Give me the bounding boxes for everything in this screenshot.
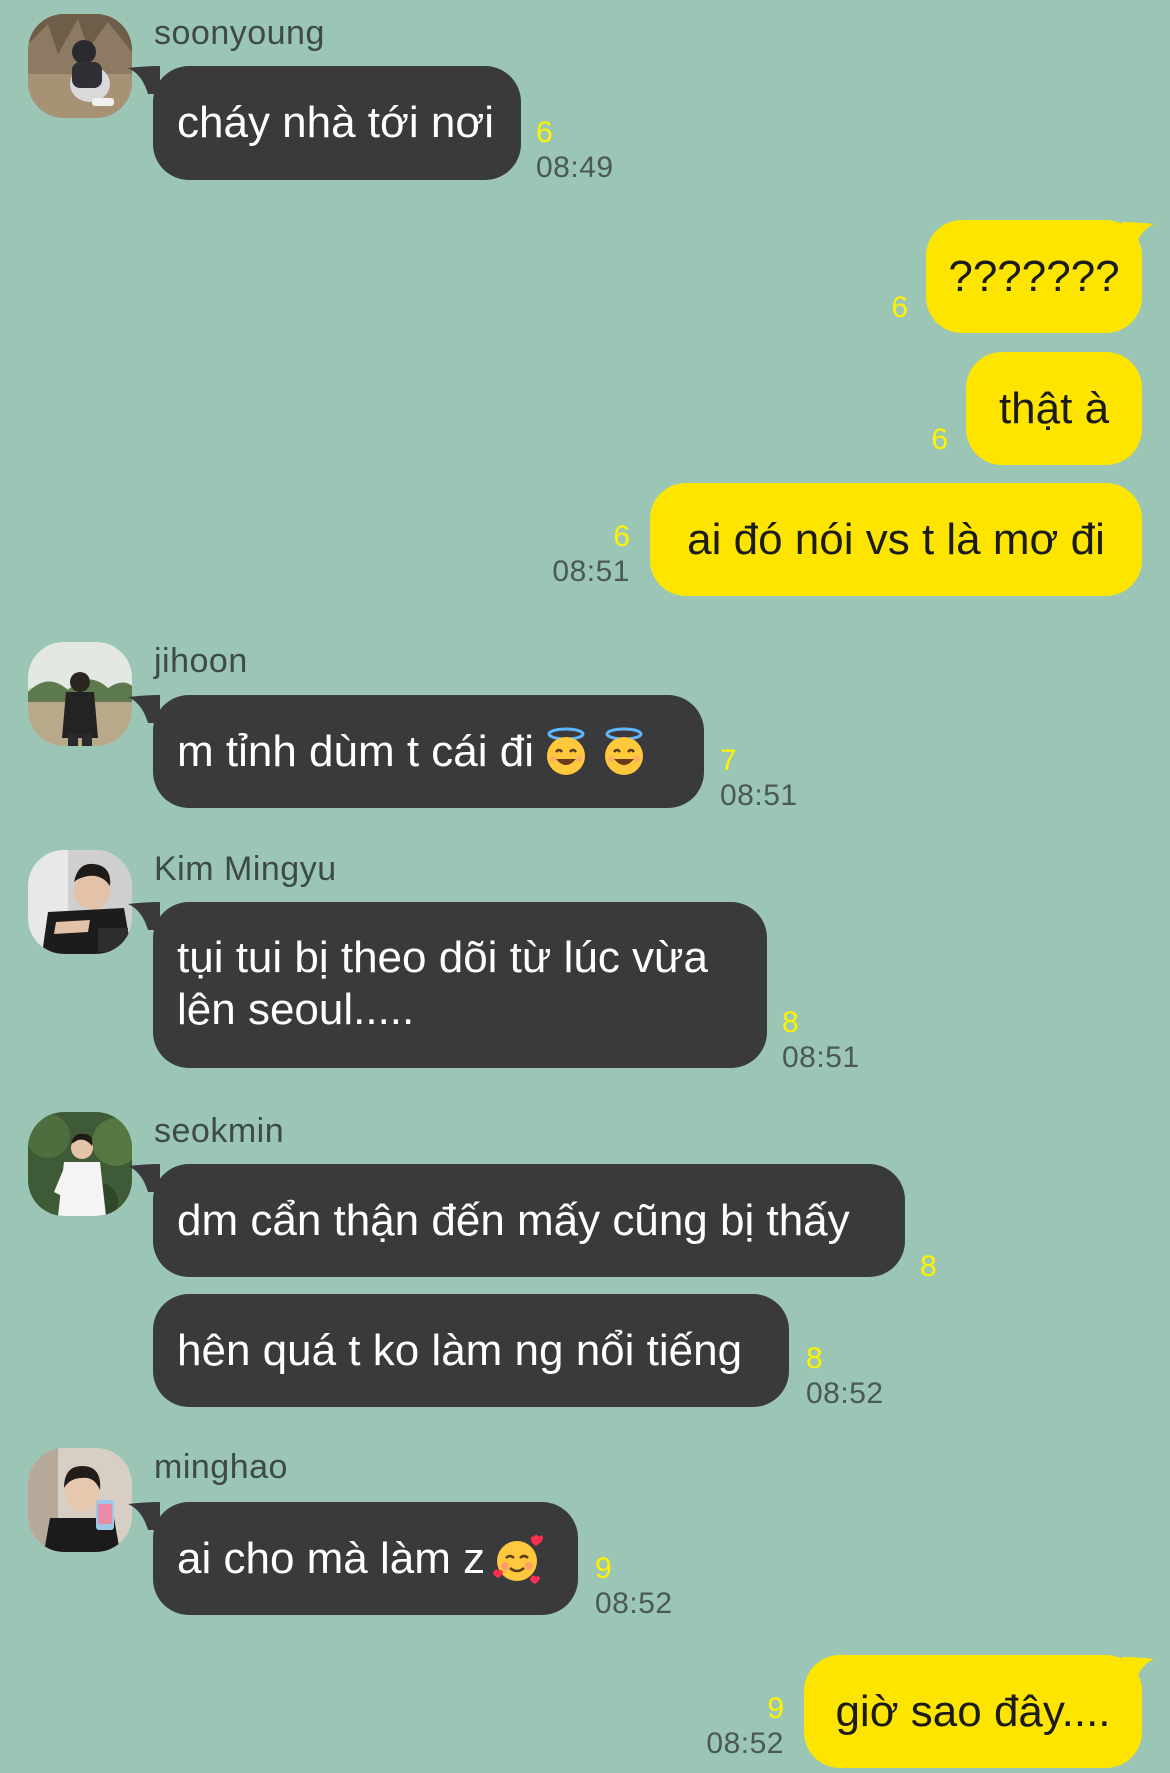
message-bubble[interactable]: thật à <box>966 352 1142 465</box>
bubble-tail <box>1122 1657 1154 1685</box>
timestamp: 08:49 <box>536 151 614 184</box>
unread-count: 8 <box>806 1342 823 1375</box>
message-meta: 6 <box>860 291 908 325</box>
message-meta: 9 08:52 <box>682 1692 784 1762</box>
message-bubble[interactable]: ai đó nói vs t là mơ đi <box>650 483 1142 596</box>
message-bubble[interactable]: giờ sao đây.... <box>804 1655 1142 1768</box>
timestamp: 08:51 <box>552 555 630 588</box>
smiling-face-with-hearts-icon <box>491 1533 544 1585</box>
message-meta: 8 08:51 <box>782 1006 860 1076</box>
avatar-kim-mingyu[interactable] <box>28 850 132 954</box>
timestamp: 08:51 <box>720 779 798 812</box>
message-text: dm cẩn thận đến mấy cũng bị thấy <box>177 1195 850 1245</box>
message-text: giờ sao đây.... <box>835 1686 1111 1736</box>
message-bubble[interactable]: tụi tui bị theo dõi từ lúc vừa lên seoul… <box>153 902 767 1068</box>
message-text: m tỉnh dùm t cái đi <box>177 726 535 776</box>
message-text: ai đó nói vs t là mơ đi <box>687 514 1105 564</box>
message-meta: 9 08:52 <box>595 1552 673 1622</box>
message-meta: 6 08:51 <box>528 520 630 590</box>
message-text: ai cho mà làm z <box>177 1533 486 1583</box>
sender-name: minghao <box>154 1448 288 1486</box>
bubble-tail <box>1122 222 1154 250</box>
timestamp: 08:51 <box>782 1041 860 1074</box>
smiling-face-with-halo-icon <box>598 726 650 778</box>
avatar-seokmin[interactable] <box>28 1112 132 1216</box>
message-text: tụi tui bị theo dõi từ lúc vừa lên seoul… <box>177 933 708 1034</box>
message-text: ??????? <box>948 251 1120 301</box>
avatar-soonyoung[interactable] <box>28 14 132 118</box>
message-text: cháy nhà tới nơi <box>177 98 494 147</box>
message-meta: 6 08:49 <box>536 116 614 186</box>
unread-count: 7 <box>720 744 737 777</box>
message-bubble[interactable]: dm cẩn thận đến mấy cũng bị thấy <box>153 1164 905 1277</box>
message-bubble[interactable]: hên quá t ko làm ng nổi tiếng <box>153 1294 789 1407</box>
avatar-jihoon[interactable] <box>28 642 132 746</box>
sender-name: seokmin <box>154 1112 285 1150</box>
message-meta: 7 08:51 <box>720 744 798 814</box>
unread-count: 9 <box>595 1552 612 1585</box>
unread-count: 8 <box>782 1006 799 1039</box>
sender-name: soonyoung <box>154 14 325 52</box>
message-bubble[interactable]: ai cho mà làm z <box>153 1502 578 1615</box>
unread-count: 9 <box>767 1692 784 1725</box>
avatar-minghao[interactable] <box>28 1448 132 1552</box>
message-bubble[interactable]: m tỉnh dùm t cái đi <box>153 695 704 808</box>
sender-name: jihoon <box>154 642 248 680</box>
unread-count: 6 <box>613 520 630 553</box>
timestamp: 08:52 <box>706 1727 784 1760</box>
sender-name: Kim Mingyu <box>154 850 337 888</box>
message-meta: 8 08:52 <box>806 1342 884 1412</box>
unread-count: 8 <box>920 1250 937 1283</box>
unread-count: 6 <box>536 116 553 149</box>
unread-count: 6 <box>891 291 908 324</box>
message-meta: 8 <box>920 1250 937 1284</box>
smiling-face-with-halo-icon <box>540 726 592 778</box>
message-meta: 6 <box>900 423 948 457</box>
chat-room[interactable]: soonyoung cháy nhà tới nơi 6 08:49 ?????… <box>0 0 1170 1773</box>
timestamp: 08:52 <box>595 1587 673 1620</box>
unread-count: 6 <box>931 423 948 456</box>
message-text: thật à <box>998 383 1110 433</box>
message-bubble[interactable]: ??????? <box>926 220 1142 333</box>
message-bubble[interactable]: cháy nhà tới nơi <box>153 66 521 180</box>
message-text: hên quá t ko làm ng nổi tiếng <box>177 1325 743 1375</box>
timestamp: 08:52 <box>806 1377 884 1410</box>
